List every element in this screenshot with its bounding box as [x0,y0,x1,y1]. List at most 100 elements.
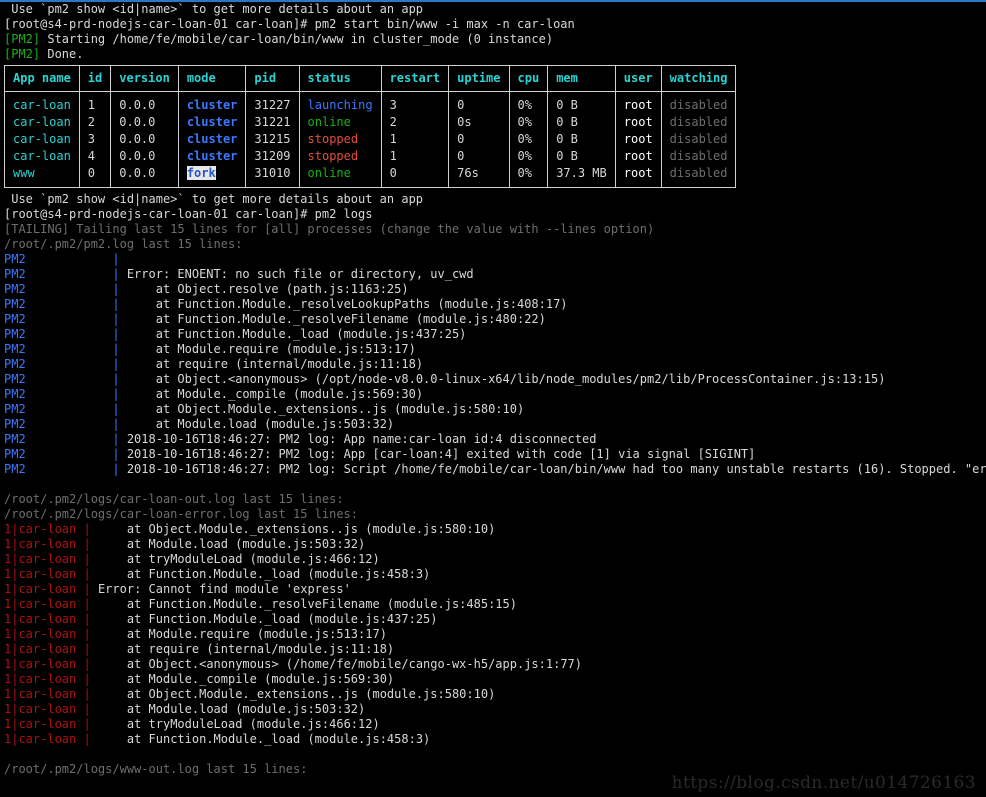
log-line-separator: | [83,582,91,596]
log-line-tag: PM2 [4,402,113,416]
log-line-tag: 1|car-loan [4,612,84,626]
log-line-separator: | [112,297,120,311]
log-line-separator: | [112,357,120,371]
log-line-separator: | [83,627,91,641]
cell-pid: 31227 [245,91,300,114]
log-line: PM2 | at Function.Module._load (module.j… [0,327,986,342]
log-line-text: at Object.<anonymous> (/opt/node-v8.0.0-… [119,372,886,386]
log-line: 1|car-loan | at Function.Module._load (m… [0,732,986,747]
log-line-tag: PM2 [4,462,113,476]
cell-cpu: 0% [508,91,549,114]
carloan-error-path-text: /root/.pm2/logs/car-loan-error.log last … [4,507,359,521]
log-line: PM2 | 2018-10-16T18:46:27: PM2 log: Scri… [0,462,986,477]
log-line-tag: 1|car-loan [4,672,84,686]
log-line-text: at Module.load (module.js:503:32) [119,417,395,431]
log-line-tag: PM2 [4,432,113,446]
log-line-tag: PM2 [4,297,113,311]
www-out-path-text: /root/.pm2/logs/www-out.log last 15 line… [4,762,308,776]
cell-version: 0.0.0 [110,165,179,188]
cell-status: online [298,165,382,188]
log-line-text: at Object.resolve (path.js:1163:25) [119,282,409,296]
cell-restart: 1 [380,131,450,148]
log-line-tag: PM2 [4,312,113,326]
table-row: car-loan 4 0.0.0 cluster 31209 stopped 1 0 0% 0 B… [4,148,737,165]
log-line: PM2 | at Object.<anonymous> (/opt/node-v… [0,372,986,387]
prompt-line-2: [root@s4-prd-nodejs-car-loan-01 car-loan… [0,207,986,222]
hint-line-1: Use `pm2 show <id|name>` to get more det… [0,2,986,17]
log-line-separator: | [112,372,120,386]
log-line: PM2 | at Function.Module._resolveLookupP… [0,297,986,312]
log-line-text: at Module._compile (module.js:569:30) [90,672,395,686]
log-line-text: at Function.Module._resolveFilename (mod… [90,597,517,611]
log-line: PM2 | 2018-10-16T18:46:27: PM2 log: App … [0,432,986,447]
log-line-separator: | [112,342,120,356]
log-line-text: at Object.Module._extensions..js (module… [90,522,496,536]
cell-mode: cluster [177,91,247,114]
log-line-separator: | [83,567,91,581]
cell-mode: cluster [177,131,247,148]
cell-restart: 3 [380,91,450,114]
cell-restart: 0 [380,165,450,188]
cell-user: root [614,148,662,165]
terminal-window[interactable]: Use `pm2 show <id|name>` to get more det… [0,0,986,797]
tailing-text: [TAILING] Tailing last 15 lines for [all… [4,222,655,236]
cell-version: 0.0.0 [110,91,179,114]
log-line-text: at require (internal/module.js:11:18) [119,357,424,371]
cell-app-name: car-loan [4,131,80,148]
table-row: www 0 0.0.0 fork 31010 online 0 76s 0% 37.3 MB roo… [4,165,737,188]
pm2-starting-line: [PM2] Starting /home/fe/mobile/car-loan/… [0,32,986,47]
log-line-separator: | [83,522,91,536]
log-line-text: at Module.require (module.js:513:17) [119,342,416,356]
carloan-error-path-header: /root/.pm2/logs/car-loan-error.log last … [0,507,986,522]
log-line-separator: | [83,687,91,701]
log-line-tag: 1|car-loan [4,717,84,731]
log-line-separator: | [112,432,120,446]
log-line-text: at require (internal/module.js:11:18) [90,642,395,656]
pm2-starting-text: Starting /home/fe/mobile/car-loan/bin/ww… [40,32,554,46]
log-line: 1|car-loan | at Function.Module._load (m… [0,612,986,627]
pm2-log-path-text: /root/.pm2/pm2.log last 15 lines: [4,237,243,251]
log-line: PM2 | at Module.load (module.js:503:32) [0,417,986,432]
watermark-url: https://blog.csdn.net/u014726163 [671,773,976,793]
log-line-separator: | [112,387,120,401]
cell-uptime: 0 [448,148,510,165]
cell-restart: 1 [380,148,450,165]
column-header-restart: restart [380,65,450,92]
cell-uptime: 0 [448,131,510,148]
cell-user: root [614,165,662,188]
mode-text: cluster [186,132,238,146]
log-line-separator: | [83,657,91,671]
table-row: car-loan 1 0.0.0 cluster 31227 launching 3 0 0% 0… [4,91,737,114]
cell-version: 0.0.0 [110,131,179,148]
shell-prompt-2: [root@s4-prd-nodejs-car-loan-01 car-loan… [4,207,308,221]
cell-version: 0.0.0 [110,148,179,165]
cell-mode: cluster [177,114,247,131]
table-row: car-loan 3 0.0.0 cluster 31215 stopped 1 0 0% 0 B… [4,131,737,148]
log-line-tag: 1|car-loan [4,657,84,671]
log-line: 1|car-loan | at Module.require (module.j… [0,627,986,642]
cell-mem: 0 B [547,148,616,165]
log-line-tag: 1|car-loan [4,597,84,611]
column-header-cpu: cpu [508,65,549,92]
log-line-text: at Object.Module._extensions..js (module… [119,402,525,416]
log-line-tag: 1|car-loan [4,732,84,746]
log-line-separator: | [83,597,91,611]
cell-watching: disabled [660,91,737,114]
cell-app-name: www [4,165,80,188]
cell-cpu: 0% [508,114,549,131]
hint-text-1: Use `pm2 show <id|name>` to get more det… [4,2,424,16]
log-line: 1|car-loan | at Function.Module._load (m… [0,567,986,582]
cell-pid: 31215 [245,131,300,148]
column-header-version: version [110,65,179,92]
log-line-text: at Function.Module._resolveLookupPaths (… [119,297,568,311]
log-line: PM2 | [0,252,986,267]
log-line: 1|car-loan | Error: Cannot find module '… [0,582,986,597]
prompt-line-1: [root@s4-prd-nodejs-car-loan-01 car-loan… [0,17,986,32]
table-header-row: App name id version mode pid status rest… [4,65,737,92]
log-line-tag: PM2 [4,252,113,266]
column-header-mode: mode [177,65,247,92]
shell-command-1: pm2 start bin/www -i max -n car-loan [307,17,575,31]
column-header-app-name: App name [4,65,80,92]
cell-uptime: 0 [448,91,510,114]
log-line-tag: PM2 [4,282,113,296]
